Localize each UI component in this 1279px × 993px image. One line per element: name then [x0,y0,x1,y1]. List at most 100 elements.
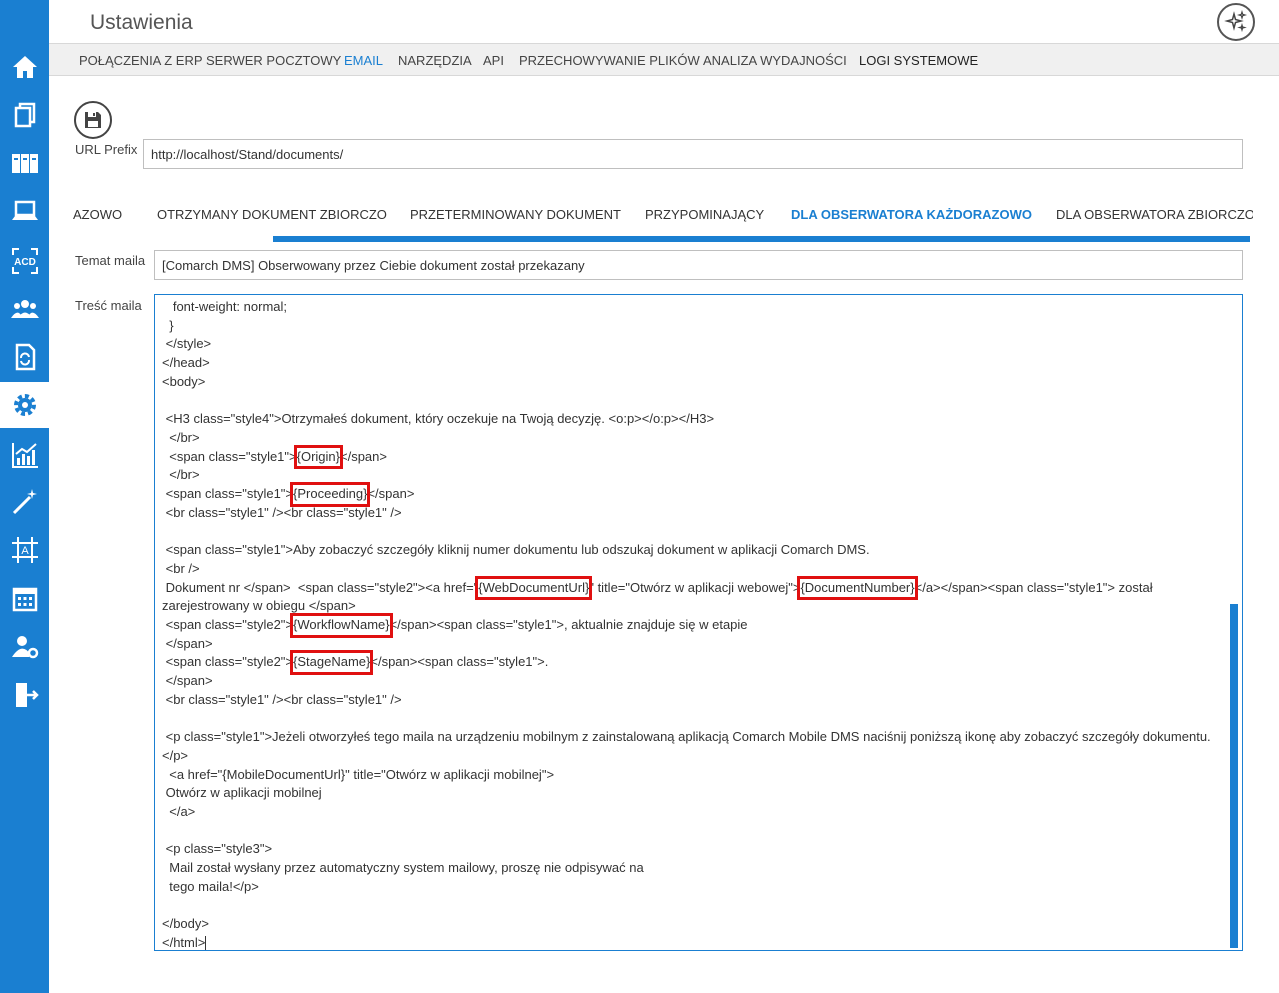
laptop-icon [11,200,38,220]
highlight-box [797,575,918,601]
sidebar-item-logout[interactable] [0,672,49,718]
mail-body-line: <br class="style1" /><br class="style1" … [162,504,402,520]
mail-body-line: <H3 class="style4">Otrzymałeś dokument, … [162,411,715,427]
sidebar-item-user-settings[interactable] [0,624,49,670]
mail-body-line: <br /> [162,560,200,576]
mail-body-line: </a> [162,803,196,819]
text-frame-icon: A [11,537,38,563]
mail-body-line: tego maila!</p> [162,878,259,894]
mail-body-line: </body> [162,916,209,932]
mail-body-line: </br> [162,429,200,445]
subject-input[interactable]: [Comarch DMS] Obserwowany przez Ciebie d… [154,250,1243,280]
mail-body-line: </span> [162,673,213,689]
tab-observer-each-time[interactable]: DLA OBSERWATORA KAŻDORAZOWO [791,207,1032,222]
tab-observer-summary[interactable]: DLA OBSERWATORA ZBIORCZO [1056,207,1253,222]
home-icon [12,56,37,78]
mail-body-line [162,822,1217,841]
sidebar-item-document-sync[interactable] [0,334,49,380]
mail-body-line: </style> [162,336,212,352]
calendar-icon [12,587,37,612]
tab-email[interactable]: EMAIL [344,53,383,68]
active-tab-indicator [273,236,1250,242]
sidebar-item-analytics[interactable] [0,432,49,478]
mail-body-line [162,897,1217,916]
highlight-box [290,482,371,507]
template-placeholder: {Proceeding} [290,482,371,507]
sidebar-item-calendar[interactable] [0,576,49,622]
mail-body-code: font-weight: normal; } </style> </head> <b… [162,298,1217,950]
text-frame-label: A [21,545,29,557]
mail-body-line: </head> [162,355,210,371]
mail-body-line: </span> [162,635,213,651]
mail-body-textarea[interactable]: font-weight: normal; } </style> </head> <b… [154,294,1243,951]
mail-body-line: <p class="style1">Jeżeli otworzyłeś tego… [162,729,1211,763]
mail-body-line: <a href="{MobileDocumentUrl}" title="Otw… [162,766,555,782]
highlight-box [475,575,593,601]
tab-reminder[interactable]: PRZYPOMINAJĄCY [645,207,764,222]
mail-body-line: <br class="style1" /><br class="style1" … [162,691,402,707]
save-button[interactable] [74,101,112,139]
template-placeholder: {Origin} [293,444,343,470]
tab-mail-server[interactable]: SERWER POCZTOWY [206,53,341,68]
tab-erp-connections[interactable]: POŁĄCZENIA Z ERP [79,53,203,68]
document-sync-icon [15,343,35,371]
mail-body-line: <span class="style1">{Proceeding} </span> [162,482,1217,507]
magic-wand-icon [12,489,37,515]
mail-body-line: <p class="style3"> [162,841,273,857]
user-settings-icon [11,636,38,659]
mail-body-line: Mail został wysłany przez automatyczny s… [162,860,644,876]
assistant-button[interactable] [1217,3,1255,41]
highlight-box [290,612,393,638]
tab-system-logs[interactable]: LOGI SYSTEMOWE [859,53,978,68]
mail-body-line [162,709,1217,728]
mail-body-line: Otwórz w aplikacji mobilnej [162,785,322,801]
mail-body-line [162,522,1217,541]
mail-body-line [162,392,1217,411]
template-placeholder: {StageName} [290,650,374,676]
ocr-acd-icon: ACD [11,248,38,274]
template-placeholder: {WebDocumentUrl} [475,575,593,601]
url-prefix-label: URL Prefix [75,142,138,157]
floppy-disk-icon [85,112,101,128]
sidebar-item-forms[interactable]: A [0,527,49,573]
sidebar: ACD A [0,0,49,993]
mail-body-line: <span class="style2">{WorkflowName} </spa… [162,612,1217,638]
tab-performance-analysis[interactable]: ANALIZA WYDAJNOŚCI [703,53,847,68]
sidebar-item-users[interactable] [0,286,49,332]
tab-template-partial[interactable]: AZOWO [73,207,122,222]
sidebar-item-ocr[interactable]: ACD [0,238,49,284]
sidebar-item-documents[interactable] [0,92,49,138]
sidebar-item-settings[interactable] [0,382,49,428]
subject-label: Temat maila [75,253,146,268]
mail-body-line: <span class="style1">{Origin} </span> [162,444,1217,470]
chart-icon [11,443,38,468]
sidebar-item-home[interactable] [0,44,49,90]
mail-body-line: </br> [162,467,200,483]
text-caret [205,935,207,950]
mail-body-line: Dokument nr </span> <span class="style2"… [162,575,1217,616]
mail-body-line: <span class="style1">Aby zobaczyć szczeg… [162,542,870,558]
tab-api[interactable]: API [483,53,504,68]
tab-file-storage[interactable]: PRZECHOWYWANIE PLIKÓW [519,53,700,68]
mail-body-line: <body> [162,373,206,389]
tab-received-document-summary[interactable]: OTRZYMANY DOKUMENT ZBIORCZO [157,207,387,222]
mail-body-line: </html> [162,934,207,950]
mail-body-scrollbar[interactable] [1230,604,1238,948]
logout-icon [15,683,39,707]
highlight-box [293,444,343,470]
sidebar-item-laptop[interactable] [0,188,49,234]
mail-body-line: } [162,317,174,333]
documents-icon [14,102,35,128]
settings-top-nav: POŁĄCZENIA Z ERP SERWER POCZTOWY EMAIL N… [49,43,1279,76]
ocr-acd-label: ACD [14,257,36,268]
mail-body-line: font-weight: normal; [162,299,288,314]
sidebar-item-wizard[interactable] [0,478,49,524]
tab-overdue-document[interactable]: PRZETERMINOWANY DOKUMENT [410,207,621,222]
sparkles-icon [1224,10,1248,33]
mail-body-line: <span class="style2">{StageName} </span><… [162,650,1217,676]
page-title: Ustawienia [90,11,193,34]
sidebar-item-binders[interactable] [0,140,49,186]
tab-tools[interactable]: NARZĘDZIA [398,53,472,68]
highlight-box [290,650,374,676]
url-prefix-input[interactable]: http://localhost/Stand/documents/ [143,139,1243,169]
